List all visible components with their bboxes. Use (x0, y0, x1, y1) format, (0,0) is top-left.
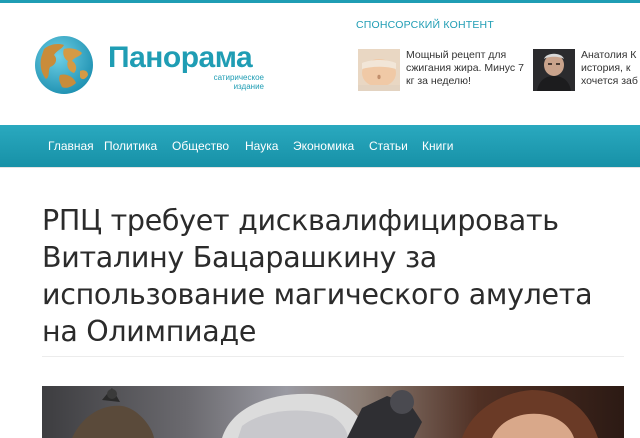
sponsored-item-text-line: хочется заб (581, 75, 638, 87)
sponsored-item-text-line: история, к (581, 62, 631, 74)
main-navigation: Главная Политика Общество Наука Экономик… (0, 125, 640, 167)
nav-bottom-divider (0, 167, 640, 168)
nav-item-home[interactable]: Главная (48, 125, 94, 167)
headline-divider (42, 356, 624, 357)
sponsored-item[interactable]: Анатолия Кистория, к хочется заб (533, 49, 640, 109)
athlete-photo-icon (42, 386, 624, 438)
sponsored-item[interactable]: Мощный рецепт для сжигания жира. Минус 7… (358, 49, 524, 109)
site-logo-name: Панорама (108, 41, 253, 74)
sponsored-item-text-line: Анатолия Кистория, к хочется заб (581, 49, 640, 88)
site-logo-subtitle: сатирическое издание (213, 73, 264, 91)
sponsored-content-label: СПОНСОРСКИЙ КОНТЕНТ (356, 19, 494, 31)
nav-item-science[interactable]: Наука (245, 125, 278, 167)
article-headline: РПЦ требует дисквалифицировать Виталину … (42, 204, 593, 348)
nav-item-articles[interactable]: Статьи (369, 125, 408, 167)
man-portrait-photo-icon (533, 49, 575, 91)
nav-item-society[interactable]: Общество (172, 125, 229, 167)
nav-item-economy[interactable]: Экономика (293, 125, 354, 167)
site-header: Панорама сатирическое издание СПОНСОРСКИ… (0, 3, 640, 125)
sponsored-item-text-line: Анатолия К (581, 49, 637, 61)
sponsored-item-text: Анатолия Кистория, к хочется заб (581, 49, 640, 88)
nav-item-books[interactable]: Книги (422, 125, 453, 167)
sponsored-item-text: Мощный рецепт для сжигания жира. Минус 7… (406, 49, 524, 87)
nav-item-politics[interactable]: Политика (104, 125, 157, 167)
globe-logo-icon (35, 36, 93, 94)
belly-photo-icon (358, 49, 400, 91)
site-logo-link[interactable]: Панорама сатирическое издание (34, 35, 274, 95)
